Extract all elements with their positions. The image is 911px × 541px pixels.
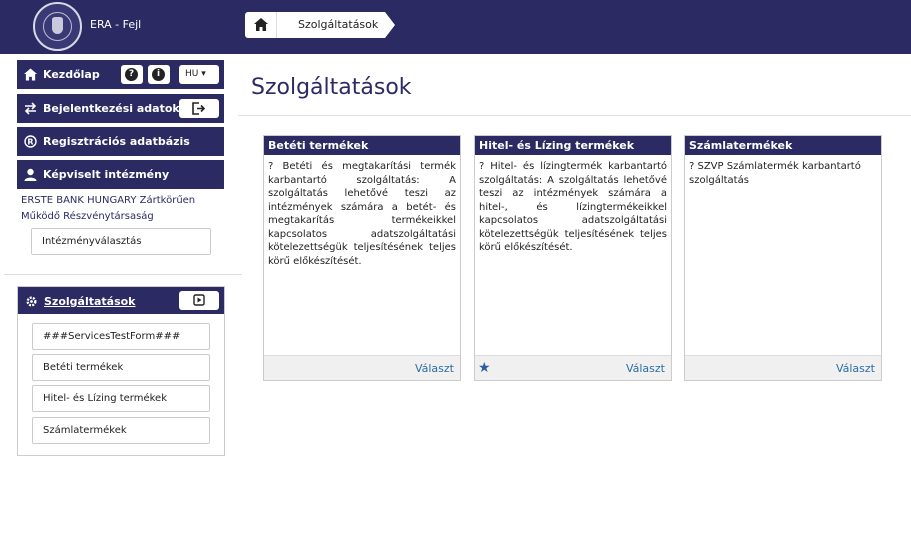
app-title: ERA - Fejl	[90, 18, 142, 31]
home-icon	[254, 18, 268, 31]
breadcrumb: Szolgáltatások	[245, 12, 395, 38]
question-icon: ?	[125, 68, 138, 81]
sidebar-item-label: Képviselt intézmény	[43, 168, 170, 181]
sidebar-item-label: Bejelentkezési adatok	[43, 102, 180, 115]
info-icon: i	[152, 68, 165, 81]
services-item-credit-leasing[interactable]: Hitel- és Lízing termékek	[32, 385, 210, 412]
card-title: Számlatermékek	[685, 136, 881, 155]
card-description: ? Betéti és megtakarítási termék karbant…	[268, 161, 456, 267]
registered-icon: R	[24, 135, 37, 148]
institution-name: ERSTE BANK HUNGARY Zártkörűen Működő Rés…	[21, 195, 196, 222]
services-item-label: ###ServicesTestForm###	[43, 331, 181, 342]
help-button[interactable]: ?	[121, 65, 143, 84]
service-card-account: Számlatermékek ? SZVP Számlatermék karba…	[684, 135, 882, 381]
services-item-account-products[interactable]: Számlatermékek	[32, 417, 210, 444]
breadcrumb-current[interactable]: Szolgáltatások	[298, 18, 378, 31]
logout-icon	[192, 102, 206, 115]
user-icon	[24, 168, 37, 181]
chevron-down-icon: ▾	[201, 69, 206, 79]
services-item-label: Betéti termékek	[43, 362, 124, 373]
card-footer: Választ	[264, 355, 460, 380]
top-bar: ERA - Fejl Szolgáltatások	[0, 0, 911, 54]
services-item-deposit-products[interactable]: Betéti termékek	[32, 354, 210, 381]
play-square-icon	[193, 294, 205, 306]
seal-logo	[33, 2, 82, 51]
services-link[interactable]: Szolgáltatások	[44, 295, 136, 308]
card-description: ? SZVP Számlatermék karbantartó szolgált…	[689, 161, 861, 186]
services-panel: Szolgáltatások ###ServicesTestForm### Be…	[17, 286, 225, 456]
card-footer: Választ	[685, 355, 881, 380]
breadcrumb-home[interactable]	[245, 12, 277, 38]
swap-arrows-icon	[24, 102, 37, 115]
choose-link[interactable]: Választ	[415, 362, 454, 375]
home-icon	[24, 68, 37, 81]
card-description: ? Hitel- és lízingtermék karbantartó szo…	[479, 161, 667, 253]
language-value: HU	[185, 69, 199, 79]
service-card-credit-leasing: Hitel- és Lízing termékek ? Hitel- és lí…	[474, 135, 672, 381]
service-card-deposit: Betéti termékek ? Betéti és megtakarítás…	[263, 135, 461, 381]
card-title: Betéti termékek	[264, 136, 460, 155]
language-select[interactable]: HU ▾	[179, 65, 219, 84]
institution-select-button[interactable]: Intézményválasztás	[31, 228, 211, 255]
logout-button[interactable]	[179, 99, 219, 118]
page-title: Szolgáltatások	[251, 75, 412, 100]
sidebar-item-label: Regisztrációs adatbázis	[43, 135, 190, 148]
choose-link[interactable]: Választ	[626, 362, 665, 375]
services-header[interactable]: Szolgáltatások	[18, 287, 224, 314]
sidebar-item-home[interactable]: Kezdőlap ? i HU ▾	[17, 60, 224, 89]
sidebar-item-label: Kezdőlap	[43, 68, 100, 81]
services-item-label: Hitel- és Lízing termékek	[43, 393, 167, 404]
divider	[4, 274, 242, 275]
card-title: Hitel- és Lízing termékek	[475, 136, 671, 155]
sidebar-item-represented-institution[interactable]: Képviselt intézmény	[17, 160, 224, 189]
title-divider	[238, 115, 911, 116]
institution-select-label: Intézményválasztás	[42, 236, 142, 247]
star-icon[interactable]: ★	[478, 360, 491, 376]
services-collapse-button[interactable]	[179, 291, 219, 310]
info-button[interactable]: i	[148, 65, 170, 84]
choose-link[interactable]: Választ	[836, 362, 875, 375]
sidebar-item-registry[interactable]: R Regisztrációs adatbázis	[17, 127, 224, 156]
gear-icon	[26, 296, 37, 307]
svg-text:R: R	[27, 138, 33, 147]
sidebar-item-login-data[interactable]: Bejelentkezési adatok	[17, 94, 224, 123]
services-item-label: Számlatermékek	[43, 425, 127, 436]
services-item-test-form[interactable]: ###ServicesTestForm###	[32, 323, 210, 350]
card-footer: ★ Választ	[475, 355, 671, 380]
